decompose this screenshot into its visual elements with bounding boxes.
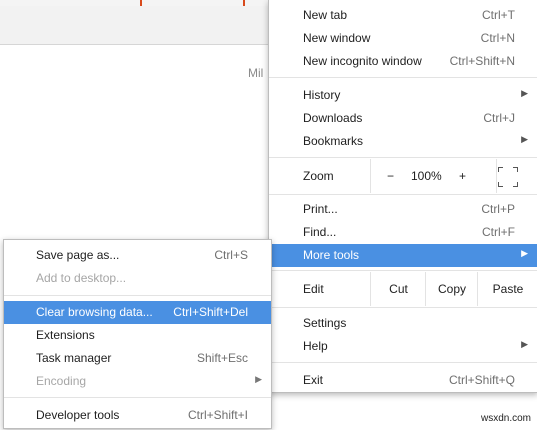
menu-item-print[interactable]: Print... Ctrl+P [269, 198, 537, 221]
zoom-out-button[interactable]: − [387, 169, 394, 183]
menu-item-new-tab[interactable]: New tab Ctrl+T [269, 4, 537, 27]
menu-item-shortcut: Ctrl+J [483, 111, 515, 125]
menu-item-shortcut: Ctrl+F [482, 225, 515, 239]
submenu-arrow-icon: ▶ [521, 88, 528, 98]
menu-item-downloads[interactable]: Downloads Ctrl+J [269, 107, 537, 130]
menu-item-label: Extensions [36, 328, 95, 342]
menu-item-shortcut: Shift+Esc [196, 351, 248, 365]
menu-separator [269, 362, 537, 363]
submenu-item-save-page[interactable]: Save page as... Ctrl+S [4, 244, 271, 267]
menu-item-shortcut: Ctrl+Shift+Q [448, 373, 515, 387]
menu-item-label: New tab [303, 8, 348, 22]
menu-item-label: Task manager [36, 351, 112, 365]
zoom-label: Zoom [303, 169, 334, 183]
watermark: wsxdn.com [480, 413, 531, 424]
menu-item-shortcut: Ctrl+Shift+Del [173, 305, 248, 319]
menu-item-label: Bookmarks [303, 134, 364, 148]
menu-item-shortcut: Ctrl+N [480, 31, 515, 45]
menu-item-help[interactable]: Help ▶ [269, 335, 537, 358]
menu-separator [269, 157, 537, 158]
menu-item-label: New window [303, 31, 371, 45]
menu-item-label: Clear browsing data... [36, 305, 153, 319]
menu-separator [4, 295, 271, 296]
zoom-level: 100% [411, 169, 442, 183]
submenu-item-extensions[interactable]: Extensions [4, 324, 271, 347]
menu-separator [269, 77, 537, 78]
menu-item-shortcut: Ctrl+Shift+I [187, 408, 248, 422]
submenu-item-add-to-desktop: Add to desktop... [4, 267, 271, 290]
paste-button[interactable]: Paste [477, 272, 537, 306]
menu-item-new-incognito-window[interactable]: New incognito window Ctrl+Shift+N [269, 50, 537, 73]
menu-item-settings[interactable]: Settings [269, 312, 537, 335]
menu-item-label: More tools [303, 248, 360, 262]
menu-item-shortcut: Ctrl+S [214, 248, 248, 262]
menu-item-exit[interactable]: Exit Ctrl+Shift+Q [269, 369, 537, 392]
menu-item-shortcut: Ctrl+P [481, 202, 515, 216]
submenu-arrow-icon: ▶ [255, 374, 262, 384]
page-content-text: Mil [248, 66, 264, 80]
submenu-item-developer-tools[interactable]: Developer tools Ctrl+Shift+I [4, 404, 271, 427]
more-tools-submenu: Save page as... Ctrl+S Add to desktop...… [3, 239, 272, 429]
menu-item-label: Exit [303, 373, 324, 387]
menu-separator [4, 397, 271, 398]
zoom-in-button[interactable]: + [459, 169, 466, 183]
submenu-item-clear-browsing-data[interactable]: Clear browsing data... Ctrl+Shift+Del [4, 301, 271, 324]
menu-item-label: Find... [303, 225, 337, 239]
chrome-main-menu: New tab Ctrl+T New window Ctrl+N New inc… [268, 0, 537, 393]
menu-item-label: History [303, 88, 341, 102]
submenu-arrow-icon: ▶ [521, 134, 528, 144]
zoom-row: Zoom − 100% + [269, 159, 537, 193]
fullscreen-icon[interactable] [498, 167, 518, 187]
menu-separator [269, 270, 537, 271]
edit-row: Edit Cut Copy Paste [269, 272, 537, 306]
menu-item-more-tools[interactable]: More tools ▶ [269, 244, 537, 267]
submenu-item-task-manager[interactable]: Task manager Shift+Esc [4, 347, 271, 370]
menu-separator [269, 307, 537, 308]
menu-item-label: Help [303, 339, 328, 353]
menu-item-label: New incognito window [303, 54, 422, 68]
menu-item-shortcut: Ctrl+Shift+N [449, 54, 515, 68]
menu-item-label: Downloads [303, 111, 363, 125]
copy-button[interactable]: Copy [425, 272, 478, 306]
menu-item-bookmarks[interactable]: Bookmarks ▶ [269, 130, 537, 153]
menu-separator [269, 194, 537, 195]
menu-item-history[interactable]: History ▶ [269, 84, 537, 107]
menu-item-label: Developer tools [36, 408, 120, 422]
submenu-item-encoding: Encoding ▶ [4, 370, 271, 393]
menu-item-shortcut: Ctrl+T [482, 8, 515, 22]
cut-button[interactable]: Cut [370, 272, 426, 306]
edit-label: Edit [303, 282, 324, 296]
menu-item-find[interactable]: Find... Ctrl+F [269, 221, 537, 244]
menu-item-label: Encoding [36, 374, 87, 388]
menu-item-new-window[interactable]: New window Ctrl+N [269, 27, 537, 50]
menu-item-label: Settings [303, 316, 347, 330]
menu-item-label: Save page as... [36, 248, 120, 262]
menu-item-label: Print... [303, 202, 338, 216]
zoom-controls: − 100% + [370, 159, 497, 193]
menu-item-label: Add to desktop... [36, 271, 127, 285]
submenu-arrow-icon: ▶ [521, 339, 528, 349]
submenu-arrow-icon: ▶ [521, 248, 528, 258]
